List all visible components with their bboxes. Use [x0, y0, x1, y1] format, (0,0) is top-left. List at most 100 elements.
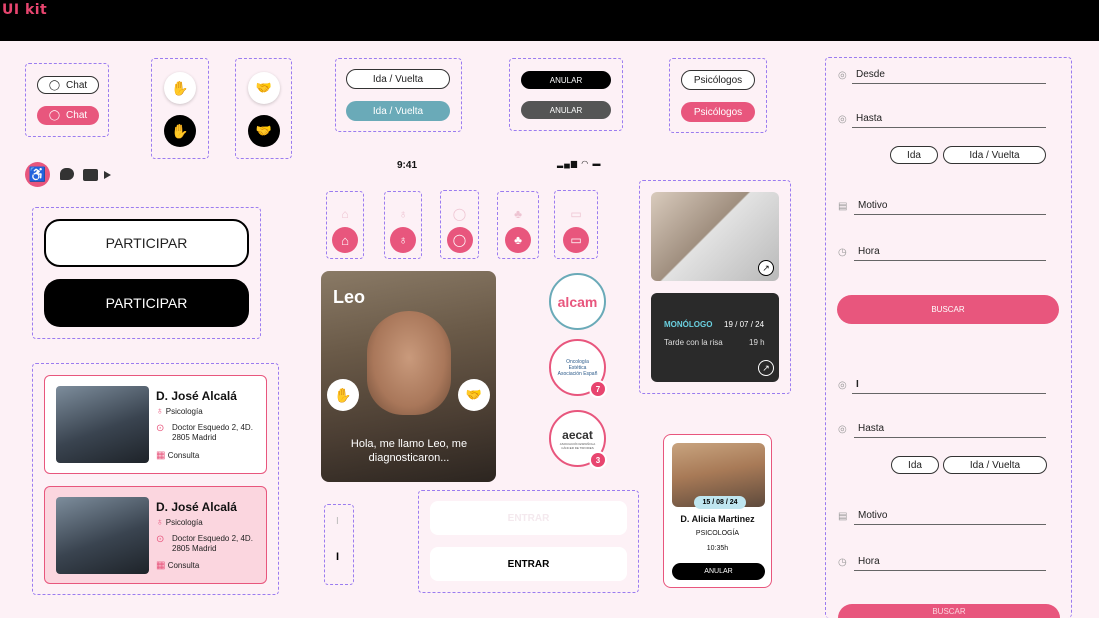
doctor-photo: [56, 386, 149, 463]
chat-button-filled[interactable]: ◯ Chat: [37, 106, 99, 125]
search-button[interactable]: BUSCAR: [837, 295, 1059, 324]
psychologists-button-outline[interactable]: Psicólogos: [681, 70, 755, 90]
time-field[interactable]: Hora: [854, 243, 1046, 261]
doctor-specialty: ♁ Psicología: [156, 406, 203, 417]
one-way-option[interactable]: Ida: [890, 146, 938, 164]
stethoscope-icon: ♁: [390, 227, 416, 253]
doctor-name: D. José Alcalá: [156, 389, 237, 403]
text-cursor-active: I: [336, 551, 340, 563]
appointment-specialty: PSICOLOGÍA: [695, 530, 740, 537]
calendar-icon: ▦: [156, 450, 166, 461]
consult-text: Consulta: [167, 561, 200, 570]
handshake-icon-dark[interactable]: 🤝: [248, 115, 280, 147]
category-chat[interactable]: ◯ ◯: [440, 190, 479, 259]
wifi-icon: ◠: [581, 159, 590, 168]
doctor-address: ⊙: [156, 534, 164, 545]
profile-message: Hola, me llamo Leo, me diagnosticaron...: [350, 438, 468, 464]
stethoscope-icon: ♁: [156, 517, 164, 528]
appointment-card[interactable]: 15 / 08 / 24 D. Alicia Martinez PSICOLOG…: [663, 434, 772, 588]
round-trip-button-selected[interactable]: Ida / Vuelta: [346, 101, 450, 121]
notification-badge: 3: [589, 451, 607, 469]
wave-hand-icon[interactable]: ✋: [327, 379, 359, 411]
enter-button-disabled[interactable]: ENTRAR: [430, 501, 627, 535]
park-icon-ghost: ♣: [514, 207, 522, 221]
location-pin-icon: ⊙: [156, 423, 165, 434]
time-field[interactable]: Hora: [854, 553, 1046, 571]
round-trip-option[interactable]: Ida / Vuelta: [943, 146, 1046, 164]
reason-field[interactable]: Motivo: [854, 197, 1046, 215]
doctor-card[interactable]: D. José Alcalá ♁ Psicología ⊙ Doctor Esq…: [44, 375, 267, 474]
car-icon-ghost: ▭: [570, 207, 582, 221]
handshake-icon[interactable]: 🤝: [458, 379, 490, 411]
doctor-specialty: ♁ Psicología: [156, 517, 203, 528]
doctor-photo: [56, 497, 149, 574]
cancel-buttons-group: [509, 58, 623, 131]
doctor-card-selected[interactable]: D. José Alcalá ♁ Psicología ⊙ Doctor Esq…: [44, 486, 267, 584]
notification-badge: 7: [589, 380, 607, 398]
calendar-icon: ▦: [156, 560, 166, 571]
battery-icon: ▬: [592, 159, 602, 168]
appointment-cancel-button[interactable]: ANULAR: [672, 563, 765, 580]
enter-button[interactable]: ENTRAR: [430, 547, 627, 581]
from-field-active[interactable]: I: [852, 376, 1046, 394]
round-trip-button-outline[interactable]: Ida / Vuelta: [346, 69, 450, 89]
event-card[interactable]: MONÓLOGO 19 / 07 / 24 Tarde con la risa …: [651, 293, 779, 382]
chat-button-outline[interactable]: ◯ Chat: [37, 76, 99, 94]
category-park[interactable]: ♣ ♣: [497, 191, 539, 259]
stethoscope-icon-ghost: ♁: [398, 207, 408, 221]
target-icon: ◎: [838, 380, 847, 391]
address-line1: Doctor Esquedo 2, 4D.: [172, 534, 253, 543]
wave-hand-icon-dark[interactable]: ✋: [164, 115, 196, 147]
cancel-button[interactable]: ANULAR: [521, 71, 611, 89]
profile-name: Leo: [333, 287, 366, 307]
cancel-button-disabled[interactable]: ANULAR: [521, 101, 611, 119]
external-link-icon[interactable]: ↗: [758, 260, 774, 276]
external-link-icon[interactable]: ↗: [758, 360, 774, 376]
note-icon: ▤: [838, 201, 848, 212]
participate-button-outline[interactable]: PARTICIPAR: [44, 219, 249, 267]
appointment-date: 15 / 08 / 24: [694, 496, 746, 509]
top-bar: [0, 0, 1099, 41]
doctor-address: ⊙: [156, 423, 164, 434]
car-icon: ▭: [563, 227, 589, 253]
home-icon: ⌂: [332, 227, 358, 253]
chat-bubble-icon[interactable]: [60, 168, 74, 180]
profile-card[interactable]: Leo ✋ 🤝 Hola, me llamo Leo, me diagnosti…: [321, 271, 496, 482]
status-bar-icons: ▂▄▆ ◠ ▬: [557, 159, 601, 168]
one-way-option[interactable]: Ida: [891, 456, 939, 474]
clock-icon: ◷: [838, 557, 847, 568]
category-home[interactable]: ⌂ ⌂: [326, 191, 364, 259]
stethoscope-icon: ♁: [156, 406, 164, 417]
consult-link[interactable]: ▦ Consulta: [156, 560, 199, 571]
status-bar-time: 9:41: [397, 160, 418, 171]
input-cursor-group: [324, 504, 354, 585]
psychologists-button-selected[interactable]: Psicólogos: [681, 102, 755, 122]
chat-buttons-group: [25, 63, 109, 137]
text-cursor-inactive: I: [336, 516, 339, 527]
handshake-icon[interactable]: 🤝: [248, 72, 280, 104]
to-field[interactable]: Hasta: [854, 420, 1046, 438]
target-icon: ◎: [838, 114, 847, 125]
consult-text: Consulta: [167, 451, 200, 460]
round-trip-option[interactable]: Ida / Vuelta: [943, 456, 1047, 474]
specialty-text: Psicología: [165, 518, 203, 527]
association-subtitle: ASOCIACIÓN ESPAÑOLA CÁNCER DE TIROIDES: [559, 441, 596, 450]
event-image-card[interactable]: ↗: [651, 192, 779, 281]
event-subtitle: Tarde con la risa: [664, 338, 723, 347]
from-field[interactable]: Desde: [852, 66, 1046, 84]
park-icon: ♣: [505, 227, 531, 253]
association-logo-alcam[interactable]: alcam: [549, 273, 606, 330]
reason-field[interactable]: Motivo: [854, 507, 1046, 525]
participate-button[interactable]: PARTICIPAR: [44, 279, 249, 327]
consult-link[interactable]: ▦ Consulta: [156, 450, 199, 461]
accessibility-icon[interactable]: ♿: [25, 162, 50, 187]
category-transport[interactable]: ▭ ▭: [554, 190, 598, 259]
to-field[interactable]: Hasta: [852, 110, 1046, 128]
chat-icon: ◯: [48, 110, 61, 121]
category-health[interactable]: ♁ ♁: [384, 191, 422, 259]
address-line2: 2805 Madrid: [172, 544, 217, 553]
search-button[interactable]: BUSCAR: [838, 604, 1060, 618]
note-icon: ▤: [838, 511, 848, 522]
wave-hand-icon[interactable]: ✋: [164, 72, 196, 104]
video-camera-icon[interactable]: [83, 169, 98, 181]
